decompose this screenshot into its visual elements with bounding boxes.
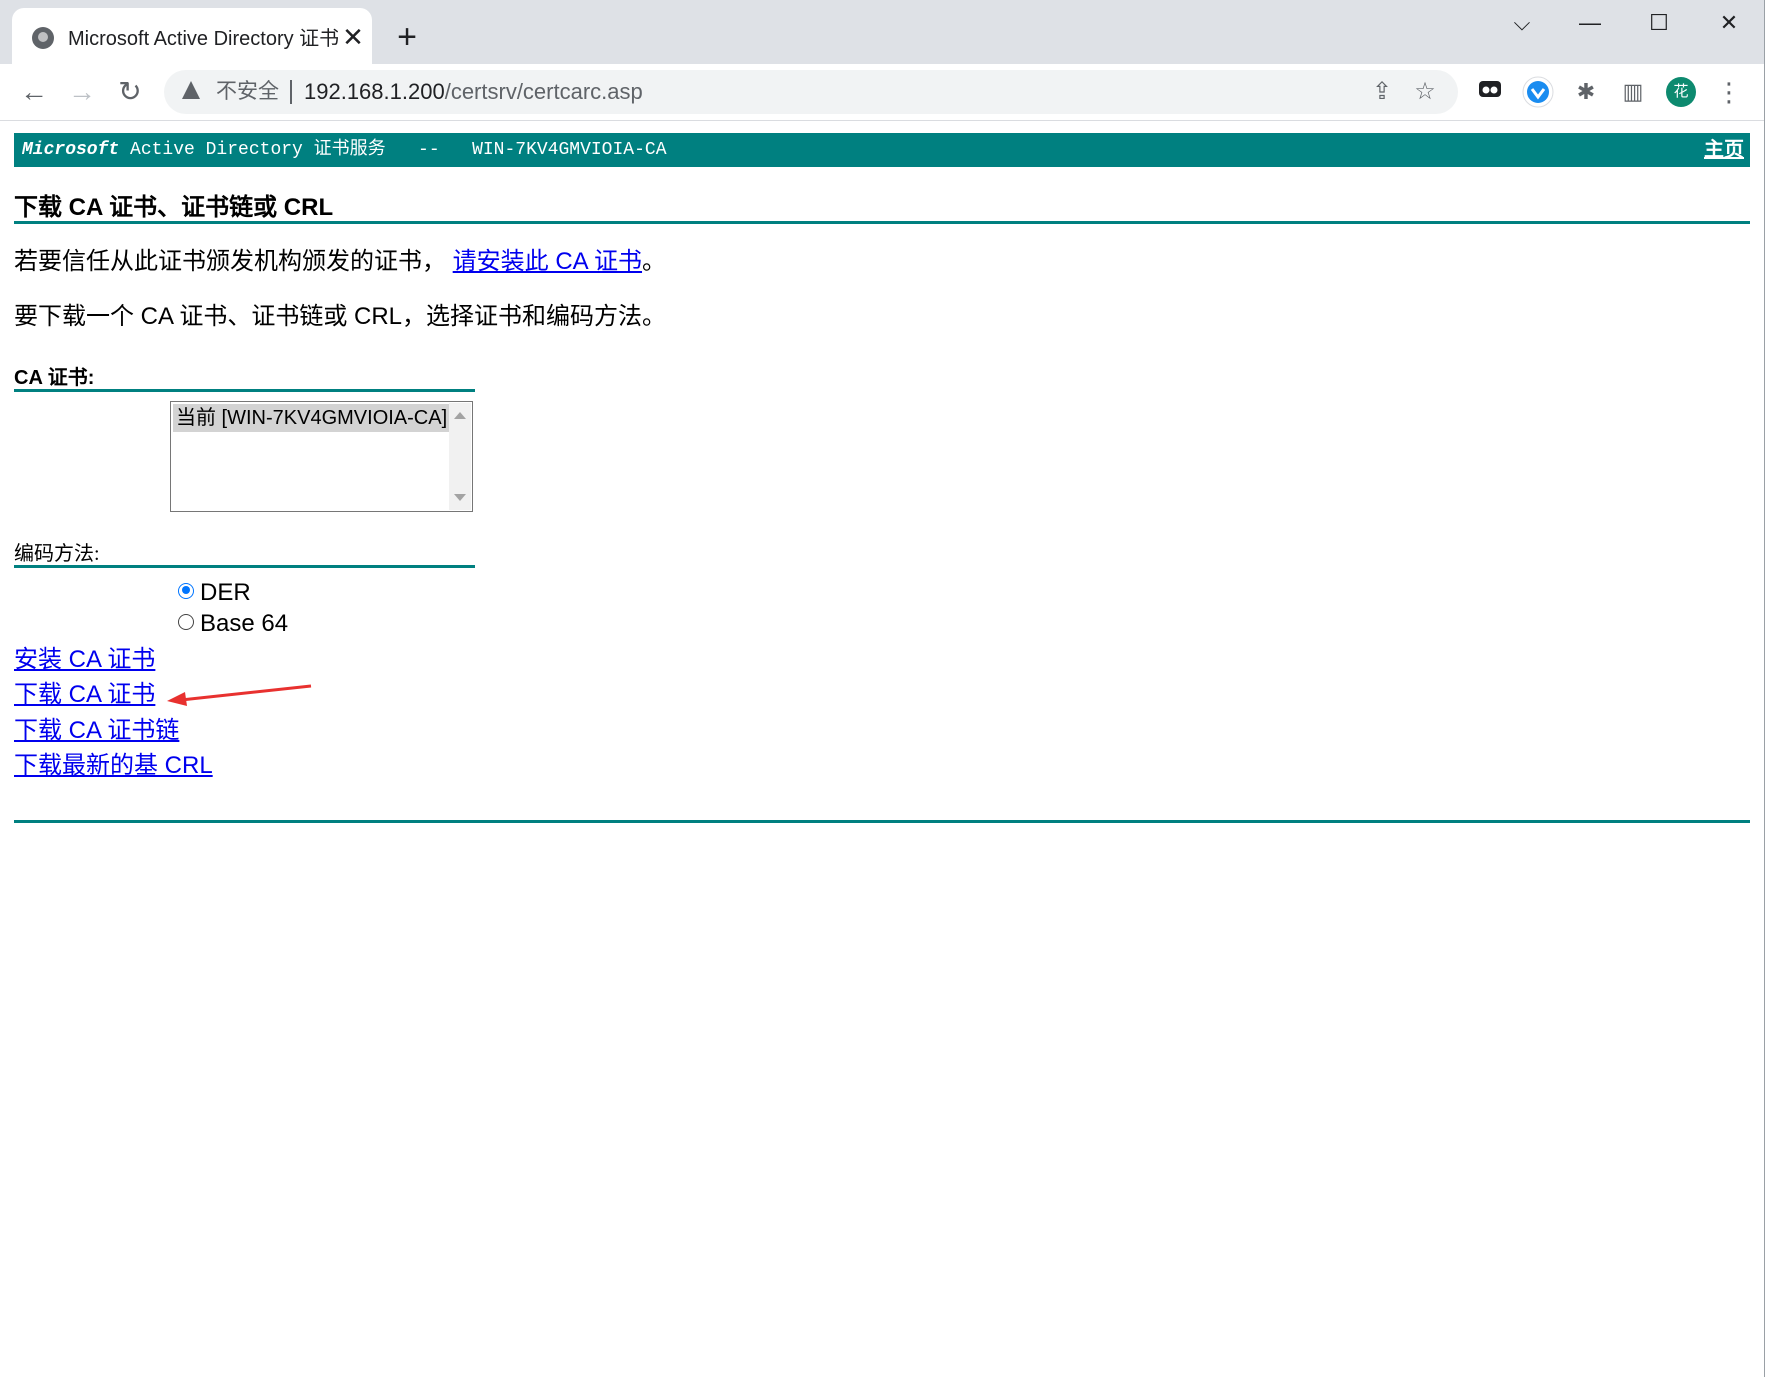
ca-cert-label: CA 证书:	[14, 367, 95, 389]
ca-cert-listbox[interactable]: 当前 [WIN-7KV4GMVIOIA-CA]	[170, 401, 473, 512]
extensions-puzzle-icon[interactable]: ✱	[1570, 76, 1602, 108]
instruction-text: 要下载一个 CA 证书、证书链或 CRL，选择证书和编码方法。	[14, 303, 667, 330]
back-button[interactable]: ←	[16, 74, 52, 110]
der-label: DER	[200, 579, 251, 606]
service-banner: Microsoft Active Directory 证书服务 -- WIN-7…	[14, 133, 1750, 167]
address-bar[interactable]: 不安全 192.168.1.200/certsrv/certcarc.asp ⇪…	[164, 70, 1458, 114]
banner-brand: Microsoft	[22, 140, 120, 160]
extension-shield-icon[interactable]	[1522, 76, 1554, 108]
encoding-label: 编码方法:	[14, 543, 100, 565]
der-radio[interactable]	[178, 582, 194, 599]
browser-toolbar: ← → ↻ 不安全 192.168.1.200/certsrv/certcarc…	[0, 64, 1765, 121]
tab-close-icon[interactable]: ✕	[338, 22, 368, 52]
ca-cert-option[interactable]: 当前 [WIN-7KV4GMVIOIA-CA]	[173, 404, 451, 432]
warning-icon[interactable]	[182, 81, 200, 99]
encoding-divider	[14, 565, 475, 568]
page-title: 下载 CA 证书、证书链或 CRL	[14, 194, 334, 221]
bookmark-star-icon[interactable]: ☆	[1411, 78, 1439, 106]
browser-titlebar: Microsoft Active Directory 证书 ✕ + ⌵ — ☐ …	[0, 0, 1765, 64]
home-link[interactable]: 主页	[1704, 138, 1744, 162]
maximize-button[interactable]: ☐	[1634, 8, 1684, 38]
close-window-button[interactable]: ✕	[1704, 8, 1754, 38]
forward-button[interactable]: →	[64, 74, 100, 110]
extension-glasses-icon[interactable]	[1474, 76, 1506, 108]
annotation-arrow-icon	[167, 684, 312, 706]
browser-tab[interactable]: Microsoft Active Directory 证书 ✕	[12, 8, 372, 64]
install-ca-link[interactable]: 安装 CA 证书	[14, 644, 155, 676]
new-tab-button[interactable]: +	[392, 20, 422, 54]
browser-menu-icon[interactable]: ⋮	[1713, 76, 1745, 108]
listbox-scrollbar[interactable]	[449, 403, 471, 510]
reload-button[interactable]: ↻	[112, 74, 148, 110]
title-divider	[14, 221, 1750, 224]
trust-text: 若要信任从此证书颁发机构颁发的证书，	[14, 248, 446, 275]
tab-title: Microsoft Active Directory 证书	[68, 28, 338, 50]
profile-avatar[interactable]: 花	[1666, 77, 1696, 107]
scroll-up-arrow-icon[interactable]	[454, 412, 466, 419]
download-chain-link[interactable]: 下载 CA 证书链	[14, 715, 179, 747]
page-content: Microsoft Active Directory 证书服务 -- WIN-7…	[0, 121, 1765, 1377]
footer-divider	[14, 820, 1750, 823]
url-path: /certsrv/certcarc.asp	[444, 79, 643, 104]
url-host: 192.168.1.200	[304, 79, 445, 104]
banner-title: Microsoft Active Directory 证书服务 -- WIN-7…	[22, 139, 667, 161]
tab-search-chevron-icon[interactable]: ⌵	[1497, 8, 1547, 38]
banner-service: Active Directory 证书服务 -- WIN-7KV4GMVIOIA…	[119, 140, 667, 160]
side-panel-icon[interactable]: ▥	[1617, 76, 1649, 108]
base64-label: Base 64	[200, 610, 289, 637]
download-crl-link[interactable]: 下载最新的基 CRL	[14, 750, 213, 782]
download-ca-link[interactable]: 下载 CA 证书	[14, 679, 155, 711]
base64-radio[interactable]	[178, 613, 194, 630]
not-secure-label[interactable]: 不安全	[216, 79, 279, 105]
minimize-button[interactable]: —	[1565, 8, 1615, 38]
share-icon[interactable]: ⇪	[1368, 78, 1396, 106]
trust-paragraph: 若要信任从此证书颁发机构颁发的证书， 请安装此 CA 证书。	[14, 246, 666, 278]
address-divider	[290, 80, 292, 104]
encoding-der-option[interactable]: DER	[178, 578, 251, 608]
globe-icon	[32, 27, 54, 49]
ca-cert-divider	[14, 389, 475, 392]
install-chain-link[interactable]: 请安装此 CA 证书	[453, 248, 642, 275]
url-text[interactable]: 192.168.1.200/certsrv/certcarc.asp	[304, 78, 643, 106]
encoding-base64-option[interactable]: Base 64	[178, 609, 288, 639]
trust-suffix: 。	[642, 248, 667, 275]
scroll-down-arrow-icon[interactable]	[454, 494, 466, 501]
